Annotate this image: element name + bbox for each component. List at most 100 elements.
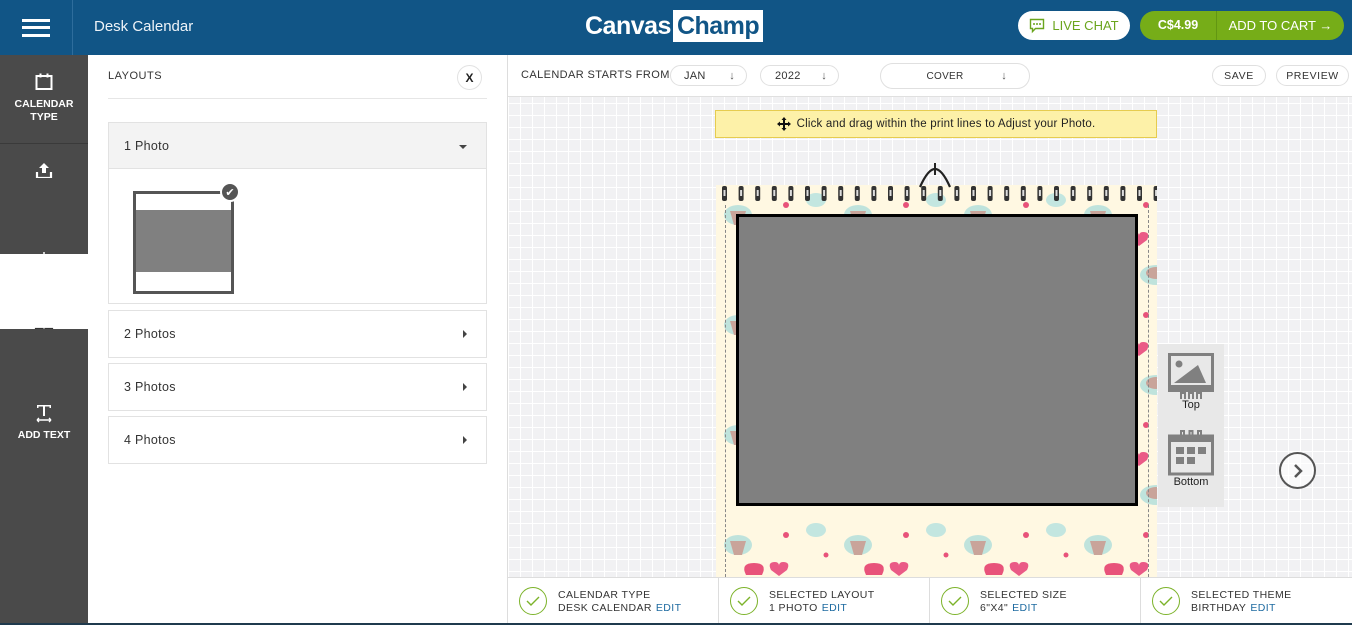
next-page-button[interactable]: [1279, 452, 1316, 489]
sidebar-item-add-text[interactable]: ADD TEXT: [0, 403, 88, 442]
status-value-row: DESK CALENDAR EDIT: [558, 602, 681, 614]
price-display: C$4.99: [1140, 11, 1217, 40]
check-circle-icon: [1152, 587, 1180, 615]
layouts-panel: LAYOUTS X 1 Photo ✔ 2 Photos 3 Photos 4 …: [88, 55, 508, 625]
caret-right-icon: [463, 383, 467, 391]
position-top-label: Top: [1182, 399, 1200, 411]
status-selected-size: SELECTED SIZE 6"X4" EDIT: [930, 578, 1141, 624]
accordion-header-2-photos[interactable]: 2 Photos: [109, 311, 486, 357]
selected-check-icon: ✔: [220, 182, 240, 202]
status-value-row: BIRTHDAY EDIT: [1191, 602, 1276, 614]
arrow-down-icon: ↓: [1001, 70, 1007, 82]
layout-photo-area: [136, 210, 231, 272]
page-value: COVER: [926, 70, 964, 82]
sidebar-item-label: ADD TEXT: [17, 429, 71, 441]
canvas-champ-logo[interactable]: Canvas Champ: [585, 9, 764, 43]
calendar-bottom-icon: [1168, 430, 1214, 476]
accordion-4-photos: 4 Photos: [108, 416, 487, 464]
top-header: Desk Calendar Canvas Champ LIVE CHAT C$4…: [0, 0, 1352, 55]
chevron-right-icon: [1293, 463, 1303, 478]
chat-bubble-icon: [1030, 18, 1045, 33]
edit-layout-link[interactable]: EDIT: [822, 602, 848, 614]
accordion-header-3-photos[interactable]: 3 Photos: [109, 364, 486, 410]
month-select[interactable]: JAN ↓: [670, 65, 747, 86]
edit-size-link[interactable]: EDIT: [1012, 602, 1038, 614]
live-chat-label: LIVE CHAT: [1052, 18, 1119, 33]
accordion-1-photo: 1 Photo ✔: [108, 122, 487, 304]
page-select[interactable]: COVER ↓: [880, 63, 1030, 89]
print-line-left: [725, 205, 726, 577]
image-top-icon: [1168, 353, 1214, 399]
status-title: SELECTED LAYOUT: [769, 589, 875, 601]
move-icon: [776, 117, 791, 131]
calendar-hanger: [918, 163, 952, 188]
year-value: 2022: [775, 69, 801, 82]
live-chat-button[interactable]: LIVE CHAT: [1018, 11, 1130, 40]
check-circle-icon: [941, 587, 969, 615]
sidebar-item-label: TYPE: [30, 111, 58, 123]
status-calendar-type: CALENDAR TYPE DESK CALENDAR EDIT: [508, 578, 719, 624]
caret-right-icon: [463, 436, 467, 444]
edit-theme-link[interactable]: EDIT: [1250, 602, 1276, 614]
status-value: DESK CALENDAR: [558, 602, 652, 614]
status-value-row: 6"X4" EDIT: [980, 602, 1038, 614]
position-bottom-label: Bottom: [1173, 476, 1209, 488]
year-select[interactable]: 2022 ↓: [760, 65, 839, 86]
hamburger-menu-icon: [22, 18, 50, 37]
accordion-label: 4 Photos: [124, 433, 176, 447]
text-icon: [34, 403, 54, 423]
layout-option-single-photo[interactable]: [133, 191, 234, 294]
status-title: SELECTED SIZE: [980, 589, 1067, 601]
logo-text-canvas: Canvas: [585, 11, 671, 40]
sidebar-item-layouts-active-bg: [0, 254, 88, 329]
status-value-row: 1 PHOTO EDIT: [769, 602, 847, 614]
accordion-header-1-photo[interactable]: 1 Photo: [109, 123, 486, 169]
close-panel-button[interactable]: X: [457, 65, 482, 90]
arrow-down-icon: ↓: [821, 69, 827, 82]
caret-right-icon: [463, 330, 467, 338]
status-title: CALENDAR TYPE: [558, 589, 651, 601]
preview-button[interactable]: PREVIEW: [1276, 65, 1349, 86]
hamburger-menu-button[interactable]: [0, 0, 73, 55]
accordion-3-photos: 3 Photos: [108, 363, 487, 411]
check-circle-icon: [519, 587, 547, 615]
panel-title: LAYOUTS: [108, 70, 163, 82]
arrow-down-icon: ↓: [729, 69, 735, 82]
month-value: JAN: [684, 69, 706, 82]
editor-toolbar: CALENDAR STARTS FROM: JAN ↓ 2022 ↓ COVER…: [508, 55, 1352, 97]
status-selected-theme: SELECTED THEME BIRTHDAY EDIT: [1141, 578, 1352, 624]
panel-divider: [108, 98, 487, 99]
edit-calendar-type-link[interactable]: EDIT: [656, 602, 682, 614]
caret-down-icon: [459, 144, 467, 149]
status-value: 6"X4": [980, 602, 1009, 614]
cart-group: C$4.99 ADD TO CART →: [1140, 11, 1344, 40]
status-selected-layout: SELECTED LAYOUT 1 PHOTO EDIT: [719, 578, 930, 624]
calendar-icon: [34, 72, 54, 92]
check-circle-icon: [730, 587, 758, 615]
status-value: BIRTHDAY: [1191, 602, 1247, 614]
drag-hint-banner: Click and drag within the print lines to…: [715, 110, 1157, 138]
sidebar-item-label: CALENDAR: [14, 98, 74, 110]
position-bottom-option[interactable]: Bottom: [1158, 430, 1224, 488]
photo-position-panel: Top Bottom: [1158, 344, 1224, 507]
accordion-label: 2 Photos: [124, 327, 176, 341]
accordion-label: 3 Photos: [124, 380, 176, 394]
sidebar-themes-bg: [0, 178, 88, 254]
selection-summary-bar: CALENDAR TYPE DESK CALENDAR EDIT SELECTED…: [508, 577, 1352, 624]
calendar-starts-from-label: CALENDAR STARTS FROM:: [521, 69, 674, 81]
nav-divider: [0, 143, 88, 144]
accordion-header-4-photos[interactable]: 4 Photos: [109, 417, 486, 463]
save-button[interactable]: SAVE: [1212, 65, 1266, 86]
position-top-option[interactable]: Top: [1158, 353, 1224, 411]
accordion-label: 1 Photo: [124, 138, 170, 153]
print-line-right: [1148, 205, 1149, 577]
app-title: Desk Calendar: [94, 18, 194, 35]
sidebar-lower-bg: [0, 329, 88, 570]
photo-placeholder[interactable]: [736, 214, 1138, 506]
logo-text-champ: Champ: [672, 10, 764, 42]
accordion-2-photos: 2 Photos: [108, 310, 487, 358]
status-value: 1 PHOTO: [769, 602, 818, 614]
sidebar-item-calendar-type[interactable]: CALENDAR TYPE: [0, 72, 88, 124]
status-title: SELECTED THEME: [1191, 589, 1292, 601]
add-to-cart-button[interactable]: ADD TO CART →: [1217, 18, 1344, 33]
